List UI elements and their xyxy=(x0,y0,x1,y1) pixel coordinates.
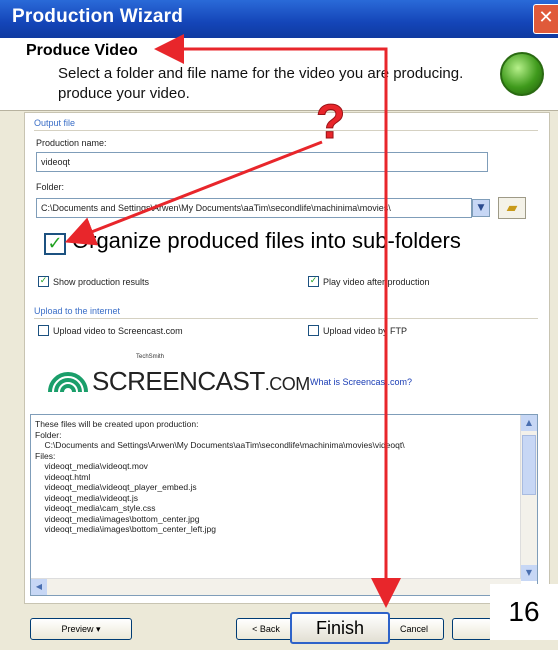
question-mark-glyph: ? xyxy=(316,96,345,149)
annotation-overlay: ? xyxy=(64,34,401,608)
production-wizard-window: Production Wizard ✕ Produce Video Select… xyxy=(0,0,558,650)
arrow-to-title xyxy=(154,34,388,598)
arrow-to-checkbox xyxy=(64,140,323,246)
